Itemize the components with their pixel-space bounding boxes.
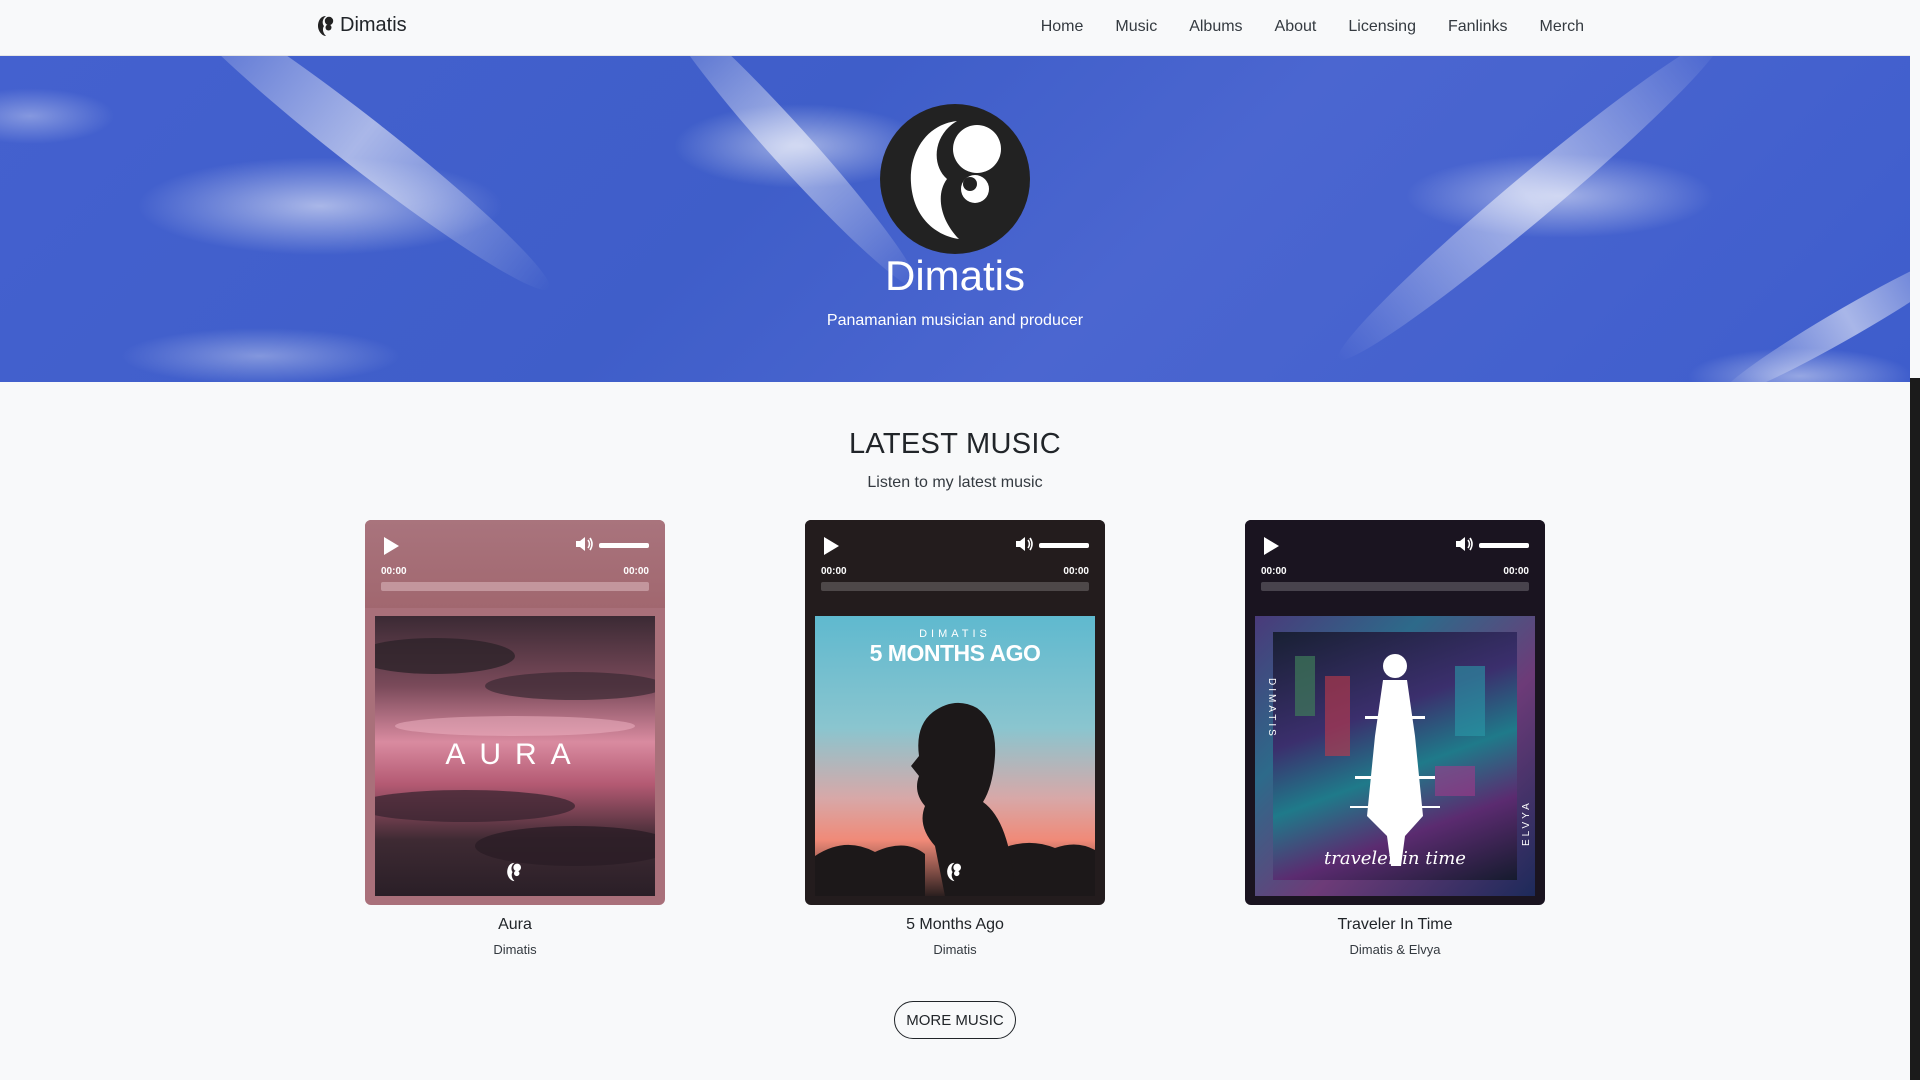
hero-banner: Dimatis Panamanian musician and producer	[0, 56, 1910, 382]
progress-bar[interactable]	[821, 582, 1089, 591]
progress-bar[interactable]	[1261, 582, 1529, 591]
dimatis-logo-icon	[947, 862, 961, 882]
elapsed-time: 00:00	[1261, 566, 1287, 577]
nav-link-home[interactable]: Home	[1025, 16, 1100, 38]
cover-title: 5 MONTHS AGO	[869, 640, 1041, 666]
brand-link[interactable]: Dimatis	[317, 14, 407, 37]
duration-time: 00:00	[1503, 566, 1529, 577]
album-cover: AURA	[375, 616, 655, 896]
track-title[interactable]: Traveler In Time	[1245, 916, 1545, 934]
cover-artist-right: ELVYA	[1521, 800, 1532, 846]
volume-slider[interactable]	[1479, 543, 1529, 548]
elapsed-time: 00:00	[381, 566, 407, 577]
cover-artist-left: DIMATIS	[1266, 678, 1277, 739]
play-icon[interactable]	[381, 536, 401, 556]
album-cover: DIMATIS 5 MONTHS AGO	[815, 616, 1095, 896]
nav-link-fanlinks[interactable]: Fanlinks	[1432, 16, 1524, 38]
elapsed-time: 00:00	[821, 566, 847, 577]
hero-subtitle: Panamanian musician and producer	[826, 312, 1084, 329]
duration-time: 00:00	[1063, 566, 1089, 577]
track-artist: Dimatis & Elvya	[1349, 942, 1441, 957]
track-card: 00:00 00:00 AURA Aura Dimatis	[365, 520, 665, 957]
audio-player: 00:00 00:00 AURA	[365, 520, 665, 905]
track-title[interactable]: 5 Months Ago	[805, 916, 1105, 934]
duration-time: 00:00	[623, 566, 649, 577]
hero-logo	[880, 104, 1030, 254]
nav-link-albums[interactable]: Albums	[1173, 16, 1258, 38]
progress-bar[interactable]	[381, 582, 649, 591]
track-card: 00:00 00:00 DIMATIS 5 MONTHS AGO 5 Month…	[805, 520, 1105, 957]
nav-link-merch[interactable]: Merch	[1524, 16, 1600, 38]
track-card: 00:00 00:00 DIMATIS ELVYA traveler in ti…	[1245, 520, 1545, 957]
dimatis-logo-icon	[507, 862, 521, 882]
hero-title: Dimatis	[884, 252, 1025, 299]
track-title[interactable]: Aura	[365, 916, 665, 934]
volume-icon[interactable]	[1455, 535, 1475, 553]
latest-music-title: LATEST MUSIC	[848, 428, 1061, 460]
volume-slider[interactable]	[1039, 543, 1089, 548]
cover-title: traveler in time	[1324, 848, 1466, 869]
dimatis-logo-icon	[910, 121, 1001, 239]
dimatis-logo-icon	[318, 15, 334, 36]
cover-title: AURA	[445, 738, 585, 771]
play-icon[interactable]	[1261, 536, 1281, 556]
player-controls: 00:00 00:00	[805, 520, 1105, 608]
album-cover: DIMATIS ELVYA traveler in time	[1255, 616, 1535, 896]
volume-slider[interactable]	[599, 543, 649, 548]
brand-name: Dimatis	[340, 14, 407, 36]
cover-artist: DIMATIS	[919, 628, 991, 640]
nav-menu: Home Music Albums About Licensing Fanlin…	[1025, 16, 1600, 38]
player-controls: 00:00 00:00	[365, 520, 665, 608]
nav-link-about[interactable]: About	[1259, 16, 1333, 38]
page-edge	[1910, 378, 1920, 1080]
player-controls: 00:00 00:00	[1245, 520, 1545, 608]
nav-link-licensing[interactable]: Licensing	[1332, 16, 1432, 38]
audio-player: 00:00 00:00 DIMATIS 5 MONTHS AGO	[805, 520, 1105, 905]
track-artist: Dimatis	[493, 942, 537, 957]
play-icon[interactable]	[821, 536, 841, 556]
latest-music-subtitle: Listen to my latest music	[867, 474, 1043, 491]
nav-link-music[interactable]: Music	[1099, 16, 1173, 38]
volume-icon[interactable]	[575, 535, 595, 553]
navbar: Dimatis Home Music Albums About Licensin…	[0, 0, 1910, 56]
volume-icon[interactable]	[1015, 535, 1035, 553]
track-artist: Dimatis	[933, 942, 977, 957]
more-music-button[interactable]: MORE MUSIC	[894, 1001, 1016, 1039]
audio-player: 00:00 00:00 DIMATIS ELVYA traveler in ti…	[1245, 520, 1545, 905]
